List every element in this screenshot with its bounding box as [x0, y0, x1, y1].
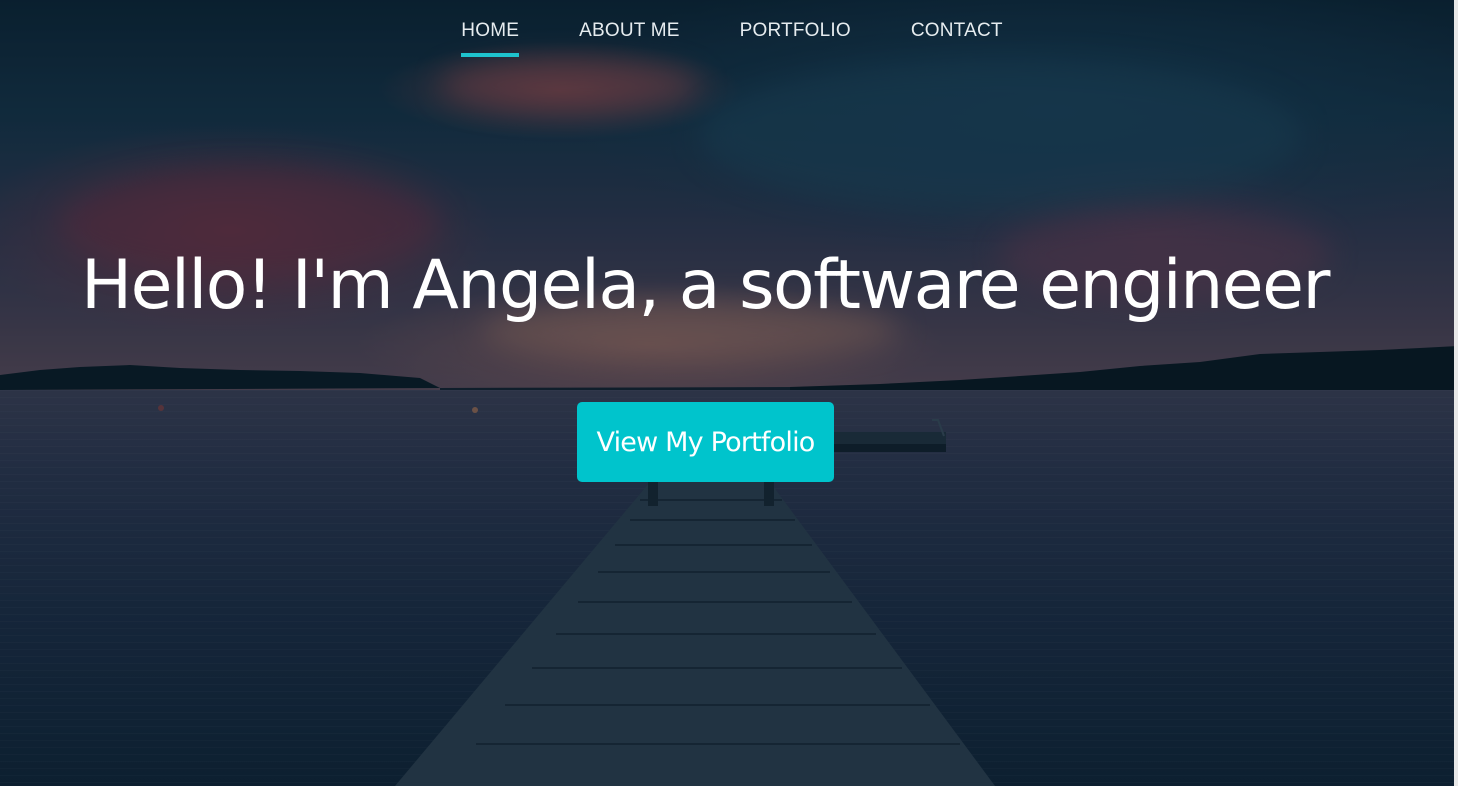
- nav-item-portfolio[interactable]: PORTFOLIO: [740, 0, 851, 64]
- view-portfolio-button[interactable]: View My Portfolio: [577, 402, 834, 482]
- nav-item-contact[interactable]: CONTACT: [911, 0, 1003, 64]
- hero-title: Hello! I'm Angela, a software engineer: [81, 246, 1330, 325]
- background-dim-overlay: [0, 0, 1458, 786]
- main-nav: HOME ABOUT ME PORTFOLIO CONTACT: [0, 0, 1458, 64]
- page-scrollbar[interactable]: [1454, 0, 1458, 786]
- page: HOME ABOUT ME PORTFOLIO CONTACT Hello! I…: [0, 0, 1458, 786]
- nav-item-home[interactable]: HOME: [461, 0, 519, 64]
- nav-item-about-me[interactable]: ABOUT ME: [579, 0, 680, 64]
